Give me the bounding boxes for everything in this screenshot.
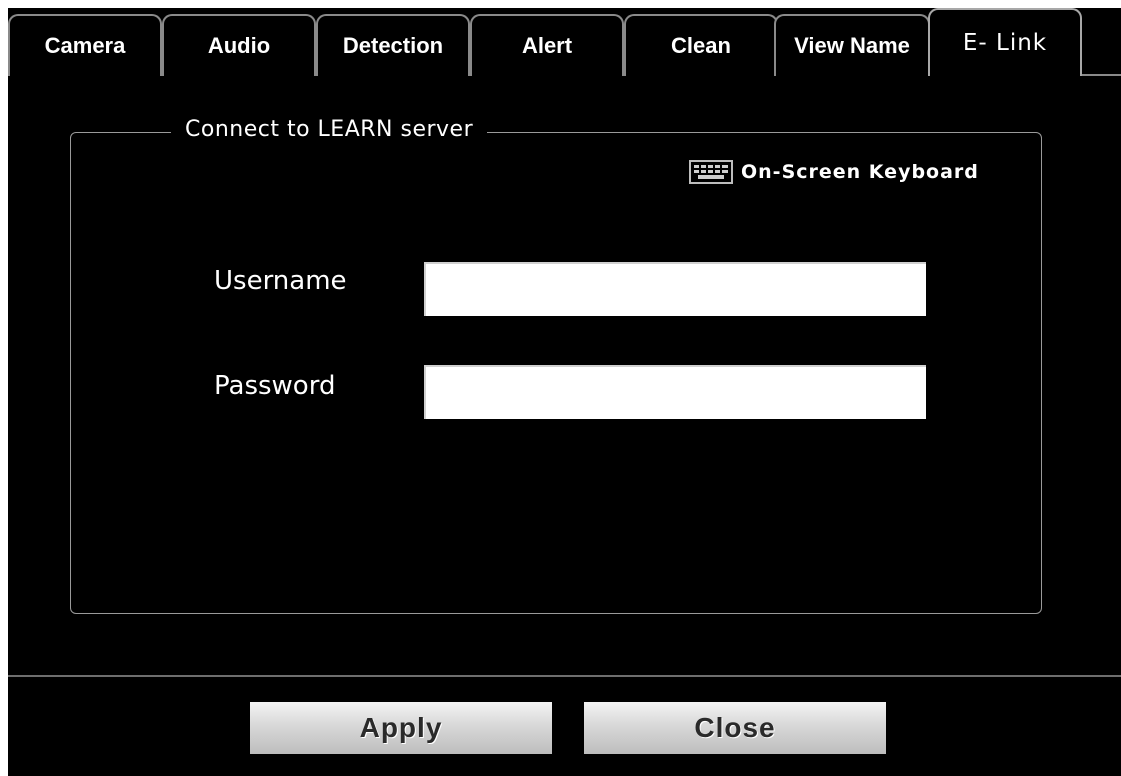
tab-camera[interactable]: Camera	[8, 14, 162, 76]
tab-detection[interactable]: Detection	[316, 14, 470, 76]
password-input[interactable]	[424, 365, 926, 419]
tab-clean[interactable]: Clean	[624, 14, 778, 76]
tab-e-link[interactable]: E- Link	[928, 8, 1082, 76]
on-screen-keyboard-toggle[interactable]: On-Screen Keyboard	[689, 160, 979, 184]
username-input[interactable]	[424, 262, 926, 316]
group-title: Connect to LEARN server	[171, 117, 488, 142]
username-label: Username	[214, 266, 347, 296]
settings-window: Camera Audio Detection Alert Clean View …	[8, 8, 1121, 776]
bottom-divider	[8, 675, 1121, 677]
keyboard-label: On-Screen Keyboard	[741, 161, 979, 183]
close-button[interactable]: Close	[584, 702, 886, 754]
password-label: Password	[214, 371, 336, 401]
tab-audio[interactable]: Audio	[162, 14, 316, 76]
tab-alert[interactable]: Alert	[470, 14, 624, 76]
tab-strip: Camera Audio Detection Alert Clean View …	[8, 8, 1121, 76]
apply-button[interactable]: Apply	[250, 702, 552, 754]
keyboard-icon	[689, 160, 733, 184]
tab-strip-underline	[1080, 74, 1121, 76]
tab-view-name[interactable]: View Name	[774, 14, 930, 76]
